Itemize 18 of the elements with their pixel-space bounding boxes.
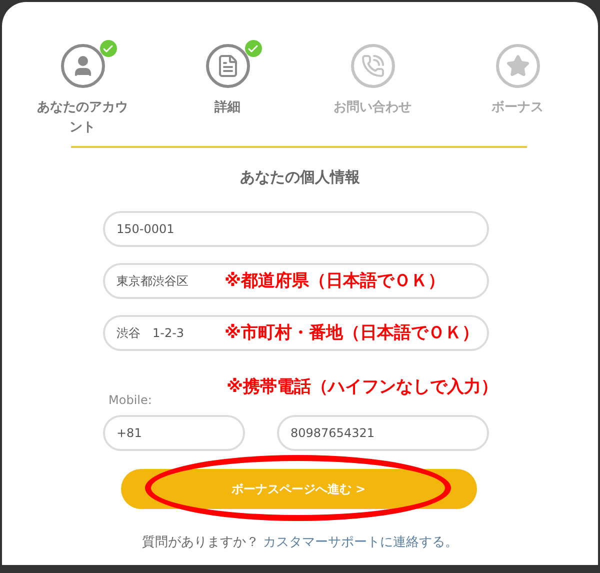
phone-number-field[interactable]: 80987654321 [276,414,488,450]
input-field[interactable]: 150-0001 [102,210,488,246]
step-label: あなたのアカウント [36,99,129,137]
step-label: ボーナス [490,99,544,117]
star-icon [506,54,530,78]
mobile-label: Mobile: [108,392,152,408]
support-link[interactable]: カスタマーサポートに連絡する。 [263,534,458,550]
step-label: 詳細 [213,99,242,117]
check-icon [244,40,262,57]
annotation-note: ※市町村・番地（日本語でＯＫ） [224,322,480,344]
check-icon [100,40,116,57]
section-title: あなたの個人情報 [240,167,360,188]
phone-icon [360,54,384,78]
country-code-field[interactable]: +81 [102,414,244,450]
step-label: お問い合わせ [332,99,412,117]
annotation-note: ※都道府県（日本語でＯＫ） [224,270,446,292]
annotation-note: ※携帯電話（ハイフンなしで入力） [226,376,498,398]
help-text: 質問がありますか？ カスタマーサポートに連絡する。 [142,534,458,552]
